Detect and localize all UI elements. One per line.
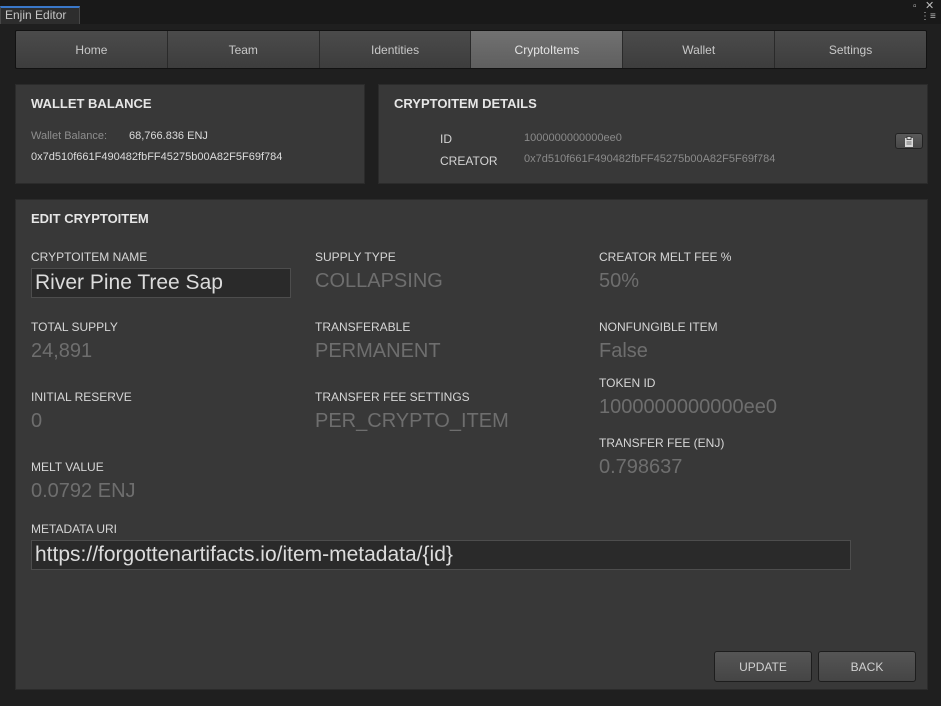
- creator-melt-fee-value: 50%: [599, 270, 640, 292]
- metadata-uri-label: METADATA URI: [31, 522, 118, 536]
- wallet-balance-label: Wallet Balance:: [31, 130, 108, 142]
- tab-team[interactable]: Team: [167, 31, 320, 68]
- total-supply-value: 24,891: [31, 340, 93, 362]
- clipboard-icon: [905, 135, 913, 147]
- total-supply-label: TOTAL SUPPLY: [31, 320, 118, 334]
- main-nav: Home Team Identities CryptoItems Wallet …: [15, 30, 927, 69]
- edit-cryptoitem-panel: EDIT CRYPTOITEM CRYPTOITEM NAME River Pi…: [15, 199, 928, 690]
- wallet-balance-panel: WALLET BALANCE Wallet Balance: 68,766.83…: [15, 84, 365, 184]
- nonfungible-label: NONFUNGIBLE ITEM: [599, 320, 718, 334]
- back-button[interactable]: BACK: [818, 651, 916, 682]
- id-value: 1000000000000ee0: [524, 132, 622, 144]
- tab-cryptoitems[interactable]: CryptoItems: [471, 31, 624, 68]
- edit-cryptoitem-title: EDIT CRYPTOITEM: [31, 211, 149, 226]
- tab-settings[interactable]: Settings: [775, 31, 926, 68]
- cryptoitem-details-title: CRYPTOITEM DETAILS: [394, 96, 537, 111]
- editor-window-tab[interactable]: Enjin Editor: [0, 6, 80, 24]
- tab-identities[interactable]: Identities: [319, 31, 472, 68]
- tab-wallet[interactable]: Wallet: [623, 31, 776, 68]
- transfer-fee-label: TRANSFER FEE (ENJ): [599, 436, 725, 450]
- metadata-uri-input[interactable]: https://forgottenartifacts.io/item-metad…: [31, 540, 851, 570]
- melt-value-label: MELT VALUE: [31, 460, 104, 474]
- nonfungible-value: False: [599, 340, 648, 362]
- creator-label: CREATOR: [440, 154, 498, 168]
- transfer-fee-settings-value: PER_CRYPTO_ITEM: [315, 410, 509, 432]
- creator-melt-fee-label: CREATOR MELT FEE %: [599, 250, 732, 264]
- token-id-value: 1000000000000ee0: [599, 396, 777, 418]
- supply-type-label: SUPPLY TYPE: [315, 250, 396, 264]
- cryptoitem-name-input[interactable]: River Pine Tree Sap: [31, 268, 291, 298]
- creator-value: 0x7d510f661F490482fbFF45275b00A82F5F69f7…: [524, 153, 776, 165]
- tab-home[interactable]: Home: [16, 31, 168, 68]
- supply-type-value: COLLAPSING: [315, 270, 443, 292]
- window-menu-icon[interactable]: ⋮≡: [920, 12, 936, 22]
- wallet-balance-title: WALLET BALANCE: [31, 96, 152, 111]
- cryptoitem-details-panel: CRYPTOITEM DETAILS ID 1000000000000ee0 C…: [378, 84, 928, 184]
- maximize-icon[interactable]: ▫: [913, 2, 917, 12]
- transferable-label: TRANSFERABLE: [315, 320, 411, 334]
- copy-button[interactable]: [895, 133, 923, 149]
- cryptoitem-name-label: CRYPTOITEM NAME: [31, 250, 148, 264]
- initial-reserve-label: INITIAL RESERVE: [31, 390, 132, 404]
- transferable-value: PERMANENT: [315, 340, 441, 362]
- wallet-balance-value: 68,766.836 ENJ: [129, 130, 208, 142]
- transfer-fee-value: 0.798637: [599, 456, 683, 478]
- id-label: ID: [440, 132, 452, 146]
- update-button[interactable]: UPDATE: [714, 651, 812, 682]
- initial-reserve-value: 0: [31, 410, 43, 432]
- token-id-label: TOKEN ID: [599, 376, 656, 390]
- melt-value-value: 0.0792 ENJ: [31, 480, 136, 502]
- close-icon[interactable]: ✕: [925, 1, 934, 12]
- editor-tab-bar: Enjin Editor ▫ ✕ ⋮≡: [0, 0, 941, 24]
- wallet-address: 0x7d510f661F490482fbFF45275b00A82F5F69f7…: [31, 151, 283, 163]
- transfer-fee-settings-label: TRANSFER FEE SETTINGS: [315, 390, 470, 404]
